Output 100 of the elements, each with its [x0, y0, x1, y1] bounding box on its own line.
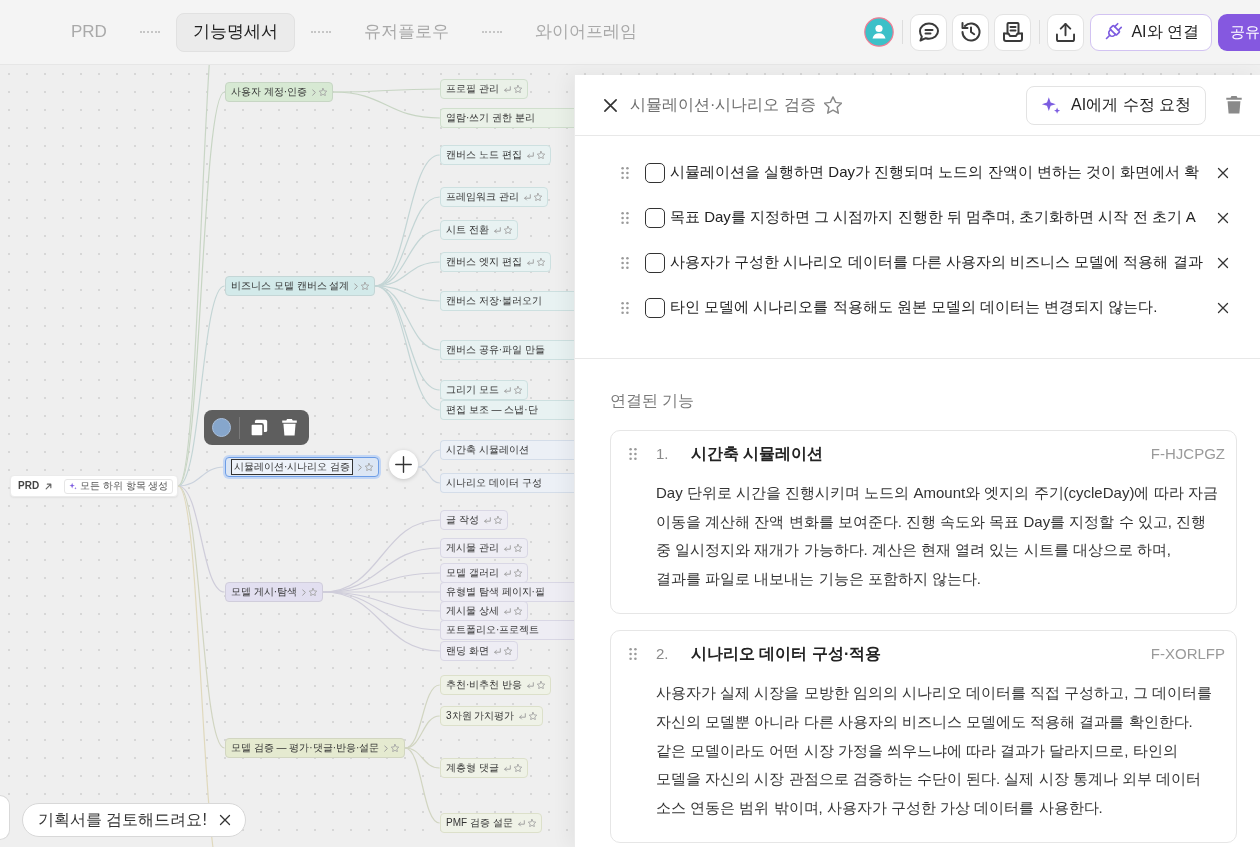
star-icon[interactable]	[503, 226, 512, 234]
share-button[interactable]: 공유	[1218, 13, 1260, 51]
close-button[interactable]	[601, 96, 619, 114]
feature-description: Day 단위로 시간을 진행시키며 노드의 Amount와 엣지의 주기(cycleDay)에 따라 자금 이동을 계산해 잔액 변화를 보여준다. 진행 속도와 목표 Day를 지정할 수 있고, 진행 중 일시정지와 재개가 가능하다. 계산은 현재 열려 있는 시트를 대상으로 하며, 결과를 파일로 내보내는 기능은 포함하지 않는다.	[656, 483, 1219, 589]
star-icon[interactable]	[361, 282, 370, 290]
star-icon[interactable]	[391, 744, 400, 752]
remove-item-button[interactable]	[1216, 300, 1230, 315]
star-icon[interactable]	[309, 588, 318, 596]
comments-button[interactable]	[910, 13, 948, 51]
mind-map-node[interactable]: 모델 검증 — 평가·댓글·반응·설문	[225, 738, 406, 758]
ai-connect-button[interactable]: AI와 연결	[1090, 13, 1212, 51]
history-button[interactable]	[952, 13, 990, 51]
close-button[interactable]	[218, 813, 232, 827]
mind-map-node[interactable]: 유형별 탐색 페이지·필	[440, 582, 574, 602]
mind-map-node[interactable]: PMF 검증 설문	[440, 813, 542, 833]
side-button[interactable]	[0, 795, 10, 840]
star-icon[interactable]	[513, 607, 522, 615]
drag-handle-icon[interactable]	[621, 255, 629, 270]
feature-number: 2.	[656, 644, 670, 665]
mind-map-node[interactable]: 그리기 모드	[440, 380, 528, 400]
remove-item-button[interactable]	[1216, 165, 1230, 180]
mind-map-node[interactable]: 시나리오 데이터 구성	[440, 473, 574, 493]
star-icon[interactable]	[527, 819, 536, 827]
drag-handle-icon[interactable]	[629, 447, 637, 461]
star-icon[interactable]	[365, 463, 374, 471]
feature-code: F-XORLFP	[1150, 644, 1225, 665]
star-icon[interactable]	[493, 516, 502, 524]
mind-map-node[interactable]: 3차원 가치평가	[440, 706, 544, 726]
mind-map-node[interactable]: 시뮬레이션·시나리오 검증	[225, 457, 380, 477]
remove-item-button[interactable]	[1216, 255, 1230, 270]
mind-map-node[interactable]: 비즈니스 모델 캔버스 설계	[225, 276, 376, 296]
document-tab[interactable]: 기능명세서	[175, 12, 295, 52]
upload-button[interactable]	[1047, 13, 1085, 51]
star-icon[interactable]	[513, 764, 522, 772]
star-icon[interactable]	[536, 151, 545, 159]
close-icon	[1217, 166, 1229, 179]
plug-icon	[1103, 22, 1124, 42]
star-icon[interactable]	[513, 569, 522, 577]
mind-map-node[interactable]: 프로필 관리	[440, 79, 528, 99]
mind-map-node[interactable]: 편집 보조 — 스냅·단	[440, 400, 574, 420]
mind-map-node[interactable]: 열람·쓰기 권한 분리	[440, 108, 574, 128]
mind-map-node[interactable]: 캔버스 노드 편집	[440, 145, 551, 165]
return-arrow-icon	[526, 258, 534, 266]
mind-map-node[interactable]: 게시물 관리	[440, 538, 528, 558]
delete-button[interactable]	[1226, 96, 1242, 114]
toast-message: 기획서를 검토해드려요!	[38, 810, 207, 830]
checkbox[interactable]	[645, 297, 665, 318]
return-arrow-icon	[493, 226, 501, 234]
inbox-button[interactable]	[994, 13, 1032, 51]
checkbox[interactable]	[645, 252, 665, 273]
drag-handle-icon[interactable]	[621, 210, 629, 225]
mind-map-node[interactable]: 모델 갤러리	[440, 563, 528, 583]
drag-handle-icon[interactable]	[629, 647, 637, 662]
star-icon[interactable]	[513, 544, 522, 552]
return-arrow-icon	[517, 819, 525, 827]
add-node-button[interactable]	[389, 450, 419, 479]
feature-card[interactable]: 1. 시간축 시뮬레이션 F-HJCPGZ Day 단위로 시간을 진행시키며 노드의 Amount와 엣지의 주기(cycleDay)에 따라 자금 이동을 계산해 잔액 변화를 보여준다. 진행 속도와 목표 Day를 지정할 수 있고, 진행 중 일시정지와 재개가 가능하다. 계산은 현재 열려 있는 시트를 대상으로 하며, 결과를 파일로 내보내는 기능은 포함하지 않는다.	[610, 430, 1237, 615]
star-icon[interactable]	[533, 193, 542, 201]
mind-map-node[interactable]: 캔버스 엣지 편집	[440, 252, 551, 272]
mind-map-node[interactable]: 시간축 시뮬레이션	[440, 440, 574, 460]
star-icon[interactable]	[529, 712, 538, 720]
mind-map-node[interactable]: 계층형 댓글	[440, 758, 528, 778]
avatar[interactable]	[864, 17, 895, 47]
star-icon[interactable]	[503, 647, 512, 655]
mind-map-node[interactable]: 게시물 상세	[440, 601, 528, 621]
node-edit-field[interactable]: 시뮬레이션·시나리오 검증	[231, 459, 354, 475]
ai-edit-request-button[interactable]: AI에게 수정 요청	[1026, 85, 1206, 125]
checkbox[interactable]	[645, 162, 665, 183]
star-icon[interactable]	[513, 386, 522, 394]
mind-map-node[interactable]: 캔버스 저장·불러오기	[440, 291, 574, 311]
mind-map-node[interactable]: 프레임워크 관리	[440, 187, 548, 207]
mind-map-node[interactable]: 캔버스 공유·파일 만들	[440, 340, 574, 360]
arrow-icon[interactable]	[45, 482, 53, 490]
drag-handle-icon[interactable]	[621, 165, 629, 180]
mind-map-node[interactable]: 모델 게시·탐색	[225, 582, 324, 602]
checkbox[interactable]	[645, 207, 665, 228]
star-icon[interactable]	[823, 96, 842, 114]
root-node[interactable]: PRD 모든 하위 항목 생성	[10, 475, 179, 497]
plus-icon	[395, 456, 413, 473]
mind-map-node[interactable]: 추천·비추천 반응	[440, 675, 552, 695]
close-icon	[1217, 256, 1229, 269]
remove-item-button[interactable]	[1216, 210, 1230, 225]
star-icon[interactable]	[536, 258, 545, 266]
mind-map-node[interactable]: 글 작성	[440, 510, 508, 530]
color-swatch[interactable]	[212, 418, 231, 437]
star-icon[interactable]	[513, 85, 522, 93]
star-icon[interactable]	[537, 681, 546, 689]
mind-map-node[interactable]: 시트 전환	[440, 220, 518, 240]
tray-icon	[1002, 22, 1023, 42]
drag-handle-icon[interactable]	[621, 300, 629, 315]
connector-line	[417, 449, 441, 468]
mind-map-node[interactable]: 사용자 계정·인증	[225, 82, 334, 102]
feature-card[interactable]	[610, 630, 1237, 844]
star-icon[interactable]	[319, 88, 328, 96]
mind-map-node[interactable]: 랜딩 화면	[440, 641, 518, 661]
generate-children-button[interactable]: 모든 하위 항목 생성	[64, 478, 174, 494]
section-heading: 연결된 기능	[610, 391, 696, 411]
feature-number: 1.	[656, 443, 670, 464]
mind-map-node[interactable]: 포트폴리오·프로젝트	[440, 620, 574, 640]
feature-title: 시나리오 데이터 구성·적용	[691, 644, 882, 665]
